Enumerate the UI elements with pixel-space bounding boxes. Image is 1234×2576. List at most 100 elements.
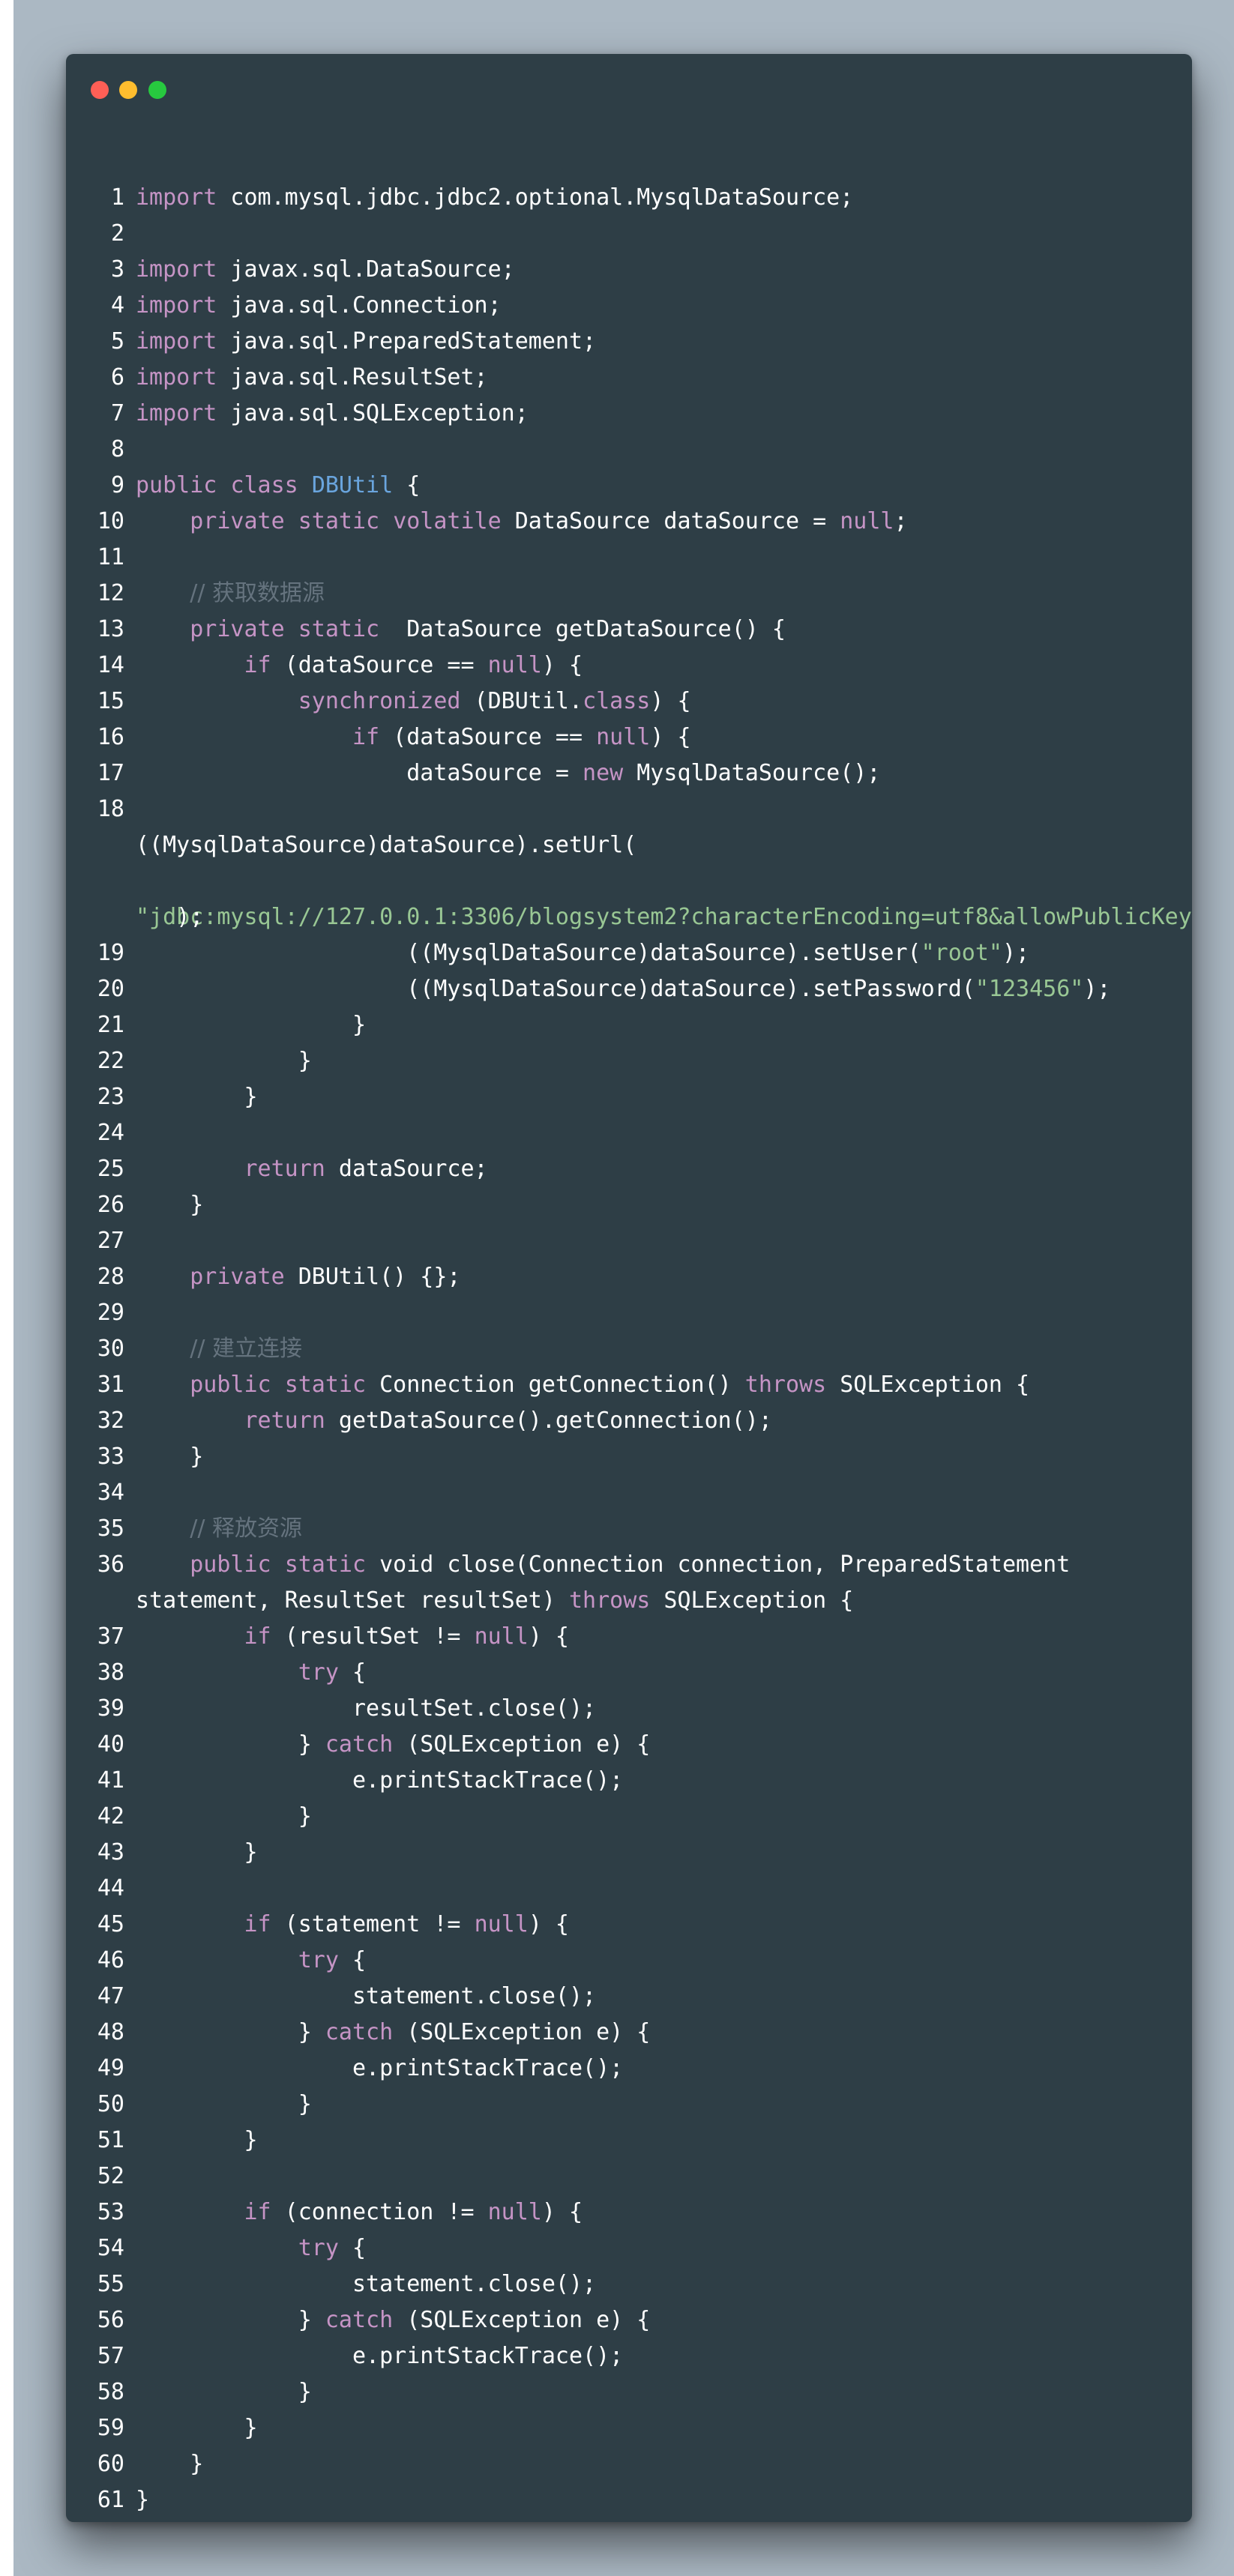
line-number: 35 <box>97 1515 124 1542</box>
code-text: private DBUtil() {}; <box>190 1264 461 1290</box>
line-number: 43 <box>97 1839 124 1865</box>
line-number: 50 <box>97 2091 124 2117</box>
code-text: } <box>136 2487 150 2513</box>
code-comment: // 释放资源 <box>190 1515 303 1542</box>
line-number: 22 <box>97 1048 124 1074</box>
code-text: e.printStackTrace(); <box>352 1767 624 1794</box>
code-line: 53 if (connection != null) { <box>66 2195 1192 2230</box>
line-number: 52 <box>97 2163 124 2189</box>
code-text: } <box>244 2415 258 2441</box>
code-text: } <box>244 1084 258 1110</box>
line-number: 48 <box>97 2019 124 2045</box>
line-number: 11 <box>97 544 124 570</box>
line-number: 24 <box>97 1120 124 1146</box>
code-text: synchronized (DBUtil.class) { <box>298 688 691 714</box>
code-line: 33 } <box>66 1439 1192 1475</box>
code-text: ((MysqlDataSource)dataSource).setUser("r… <box>406 940 1030 966</box>
code-text: return getDataSource().getConnection(); <box>244 1408 772 1434</box>
code-text: statement.close(); <box>352 1983 597 2009</box>
code-text: } catch (SQLException e) { <box>298 2307 651 2333</box>
code-text: if (dataSource == null) { <box>352 724 691 750</box>
code-line: 48 } catch (SQLException e) { <box>66 2015 1192 2051</box>
code-line: 56 } catch (SQLException e) { <box>66 2302 1192 2338</box>
code-text: } <box>244 1839 258 1865</box>
line-number: 58 <box>97 2379 124 2405</box>
line-number: 37 <box>97 1623 124 1650</box>
line-number: 41 <box>97 1767 124 1794</box>
code-text: dataSource = new MysqlDataSource(); <box>406 760 881 786</box>
code-text: } <box>190 1192 204 1218</box>
window-titlebar <box>66 54 1192 121</box>
code-line: 51 } <box>66 2123 1192 2159</box>
code-line-wrap <box>66 863 1192 899</box>
code-line: 7 import java.sql.SQLException; <box>66 396 1192 432</box>
code-line: 5 import java.sql.PreparedStatement; <box>66 324 1192 360</box>
line-number: 7 <box>110 400 124 426</box>
code-line: 35 // 释放资源 <box>66 1511 1192 1547</box>
code-text: } <box>190 1444 204 1470</box>
code-line: 18 <box>66 791 1192 827</box>
code-line: 25 return dataSource; <box>66 1151 1192 1187</box>
code-text: if (resultSet != null) { <box>244 1623 570 1650</box>
code-line: 55 statement.close(); <box>66 2266 1192 2302</box>
close-dot-icon[interactable] <box>91 81 109 99</box>
code-text: } <box>244 2127 258 2153</box>
maximize-dot-icon[interactable] <box>148 81 166 99</box>
line-number: 26 <box>97 1192 124 1218</box>
code-line: 14 if (dataSource == null) { <box>66 648 1192 684</box>
line-number: 29 <box>97 1300 124 1326</box>
code-line: 23 } <box>66 1079 1192 1115</box>
code-text: } <box>298 1803 312 1830</box>
code-line: 54 try { <box>66 2230 1192 2266</box>
line-number: 54 <box>97 2235 124 2261</box>
line-number: 42 <box>97 1803 124 1830</box>
code-line-wrap: statement, ResultSet resultSet) throws S… <box>66 1583 1192 1619</box>
line-number: 10 <box>97 508 124 534</box>
line-number: 46 <box>97 1947 124 1973</box>
minimize-dot-icon[interactable] <box>119 81 137 99</box>
code-line: 16 if (dataSource == null) { <box>66 720 1192 755</box>
code-line: 4 import java.sql.Connection; <box>66 288 1192 324</box>
code-line: 47 statement.close(); <box>66 1979 1192 2015</box>
line-number: 20 <box>97 976 124 1002</box>
code-text: return dataSource; <box>244 1156 488 1182</box>
line-number: 16 <box>97 724 124 750</box>
code-line: 19 ((MysqlDataSource)dataSource).setUser… <box>66 935 1192 971</box>
code-text: try { <box>298 1659 367 1686</box>
code-line: 50 } <box>66 2087 1192 2123</box>
code-line-wrap: "jdbc:mysql://127.0.0.1:3306/blogsystem2… <box>66 899 1192 935</box>
line-number: 47 <box>97 1983 124 2009</box>
line-number: 5 <box>110 328 124 355</box>
code-text: import com.mysql.jdbc.jdbc2.optional.Mys… <box>136 184 854 211</box>
line-number: 44 <box>97 1875 124 1901</box>
code-line: 15 synchronized (DBUtil.class) { <box>66 684 1192 720</box>
code-text: } <box>298 2379 312 2405</box>
line-number: 56 <box>97 2307 124 2333</box>
line-number: 12 <box>97 580 124 606</box>
code-comment: // 获取数据源 <box>190 580 325 606</box>
line-number: 30 <box>97 1336 124 1362</box>
code-comment: // 建立连接 <box>190 1336 303 1362</box>
code-text: "jdbc:mysql://127.0.0.1:3306/blogsystem2… <box>136 899 1192 935</box>
code-line: 29 <box>66 1295 1192 1331</box>
code-window: 1 import com.mysql.jdbc.jdbc2.optional.My… <box>66 54 1192 2522</box>
code-text: ); <box>176 904 204 930</box>
code-text: if (statement != null) { <box>244 1911 570 1937</box>
code-line: 39 resultSet.close(); <box>66 1691 1192 1727</box>
code-line: 44 <box>66 1871 1192 1907</box>
code-line: 31 public static Connection getConnectio… <box>66 1367 1192 1403</box>
line-number: 38 <box>97 1659 124 1686</box>
code-text: public static Connection getConnection()… <box>190 1372 1030 1398</box>
code-text: import java.sql.SQLException; <box>136 400 529 426</box>
code-line: 42 } <box>66 1799 1192 1835</box>
code-text: resultSet.close(); <box>352 1695 597 1722</box>
code-text: public static void close(Connection conn… <box>190 1551 1071 1578</box>
line-number: 25 <box>97 1156 124 1182</box>
code-line: 45 if (statement != null) { <box>66 1907 1192 1943</box>
code-line: 59 } <box>66 2410 1192 2446</box>
line-number: 27 <box>97 1228 124 1254</box>
line-number: 13 <box>97 616 124 642</box>
code-text: } <box>298 2091 312 2117</box>
line-number: 9 <box>110 472 124 498</box>
line-number: 39 <box>97 1695 124 1722</box>
